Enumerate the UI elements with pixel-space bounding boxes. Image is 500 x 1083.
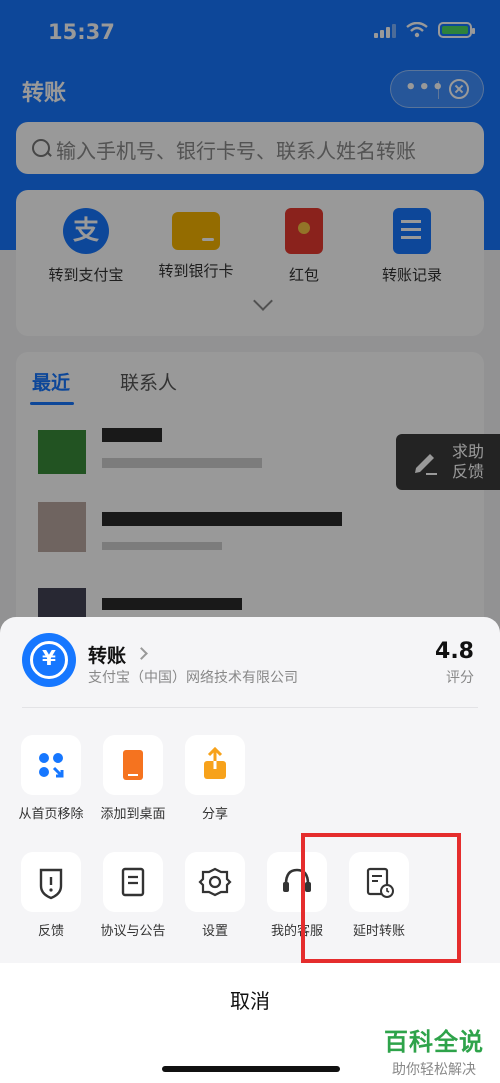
feedback-label: 反馈 [37, 924, 64, 939]
agreement-icon [121, 867, 145, 897]
settings-label: 设置 [201, 924, 228, 939]
rating-label: 评分 [446, 670, 474, 686]
add-to-desktop-icon [123, 750, 143, 780]
feedback-button[interactable]: 反馈 [10, 852, 92, 939]
rating-value: 4.8 [435, 639, 474, 664]
chevron-right-icon[interactable] [135, 647, 148, 660]
remove-from-home-button[interactable]: 从首页移除 [10, 735, 92, 822]
add-to-desktop-button[interactable]: 添加到桌面 [92, 735, 174, 822]
agreement-button[interactable]: 协议与公告 [92, 852, 174, 939]
add-to-desktop-label: 添加到桌面 [100, 807, 166, 822]
divider [22, 707, 478, 708]
settings-button[interactable]: 设置 [174, 852, 256, 939]
highlight-box [301, 833, 461, 963]
watermark-subtitle: 助你轻松解决 [392, 1062, 476, 1078]
company-name: 支付宝（中国）网络技术有限公司 [88, 670, 298, 686]
watermark: 百科全说 助你轻松解决 [384, 1022, 484, 1079]
watermark-title: 百科全说 [384, 1028, 484, 1056]
cancel-button[interactable]: 取消 [0, 985, 500, 1014]
home-indicator [162, 1066, 340, 1072]
share-button[interactable]: 分享 [174, 735, 256, 822]
agreement-label: 协议与公告 [100, 924, 166, 939]
share-icon [204, 746, 226, 779]
feedback-icon [39, 868, 63, 900]
remove-from-home-label: 从首页移除 [18, 807, 84, 822]
share-label: 分享 [201, 807, 228, 822]
transfer-app-icon: ¥ [22, 633, 76, 687]
settings-icon [198, 867, 232, 897]
mini-program-name[interactable]: 转账 [88, 641, 126, 668]
remove-from-home-icon [39, 753, 64, 778]
